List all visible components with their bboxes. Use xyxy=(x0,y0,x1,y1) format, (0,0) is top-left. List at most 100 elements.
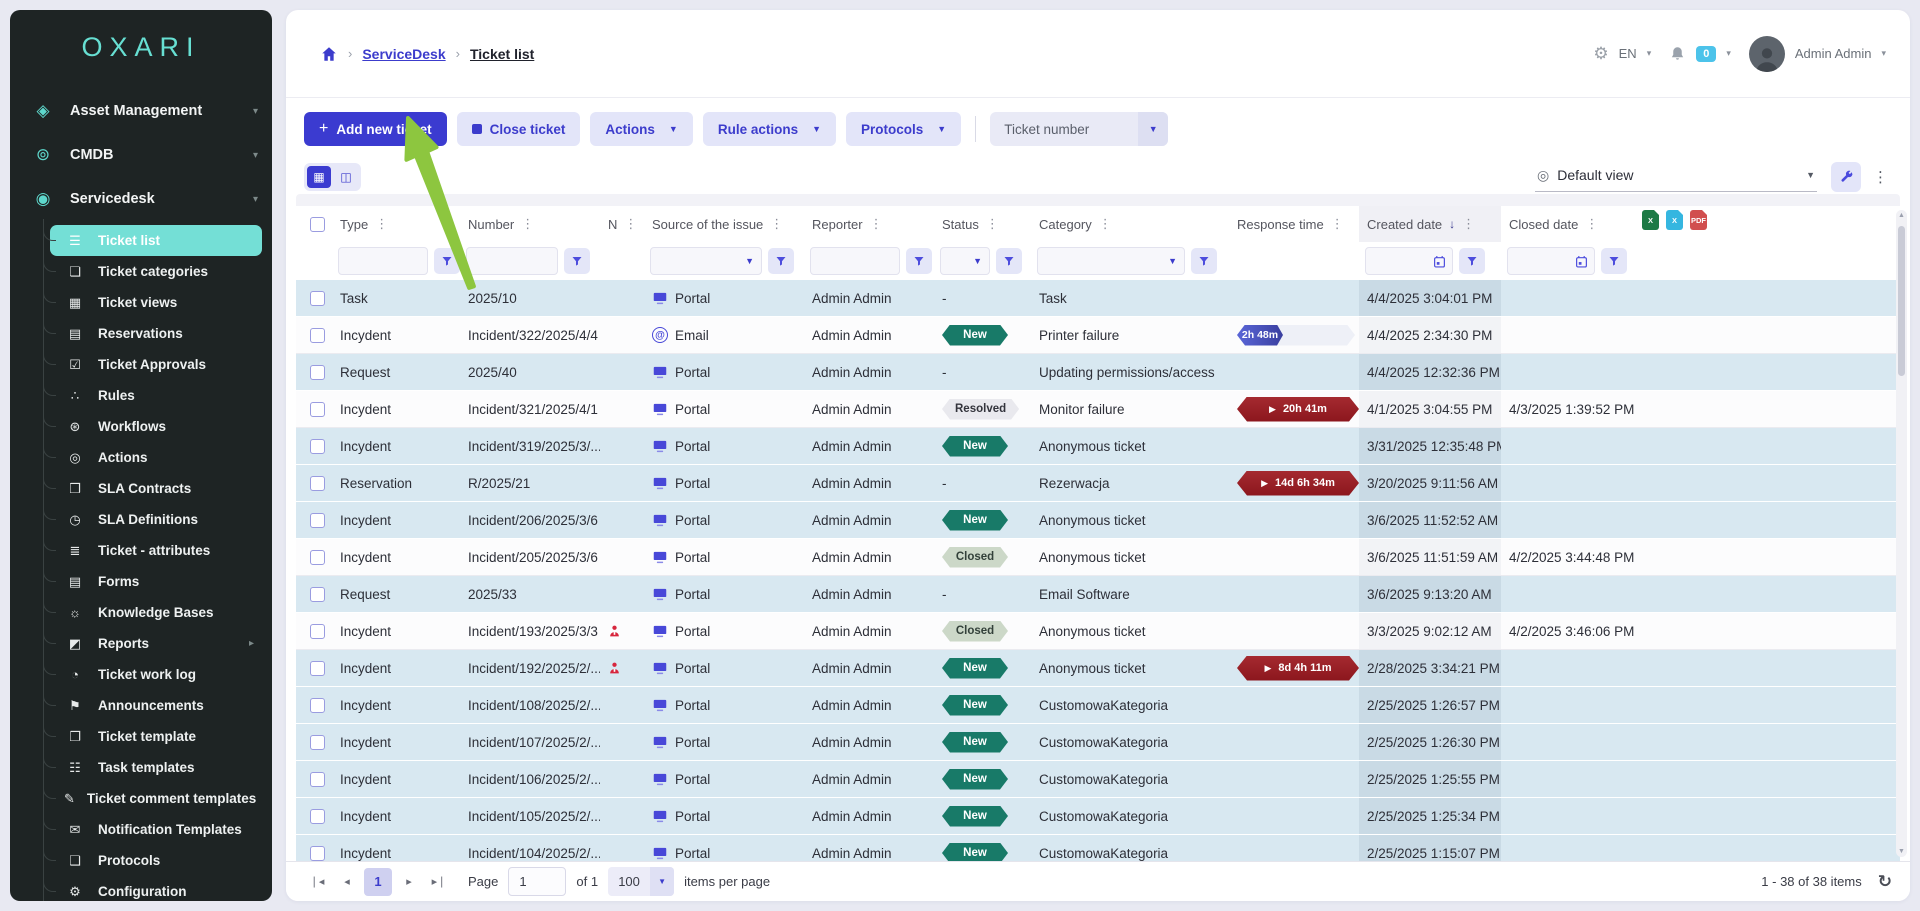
table-row[interactable]: Incydent Incident/192/2025/2/... @ Porta… xyxy=(296,650,1900,687)
row-checkbox[interactable] xyxy=(310,846,325,861)
sidebar-item-task-templates[interactable]: ☷ Task templates ▸ xyxy=(50,752,262,783)
table-row[interactable]: Incydent Incident/105/2025/2/... @ Porta… xyxy=(296,798,1900,835)
sidebar-item-rules[interactable]: ∴ Rules ▸ xyxy=(50,380,262,411)
column-menu-icon[interactable]: ⋮ xyxy=(870,216,883,232)
sidebar-item-reservations[interactable]: ▤ Reservations ▸ xyxy=(50,318,262,349)
sidebar-item-forms[interactable]: ▤ Forms ▸ xyxy=(50,566,262,597)
column-menu-icon[interactable]: ⋮ xyxy=(986,216,999,232)
created-date-filter-input[interactable] xyxy=(1365,247,1453,275)
table-row[interactable]: Incydent Incident/322/2025/4/4 @ Email A… xyxy=(296,317,1900,354)
status-filter-button[interactable] xyxy=(996,248,1022,274)
category-filter-button[interactable] xyxy=(1191,248,1217,274)
refresh-icon[interactable]: ↻ xyxy=(1878,872,1892,892)
closed-date-filter-button[interactable] xyxy=(1601,248,1627,274)
table-menu-kebab[interactable]: ⋮ xyxy=(1873,168,1888,186)
number-filter-button[interactable] xyxy=(564,248,590,274)
first-page-button[interactable]: ❘◂ xyxy=(304,869,330,895)
column-header-response-time[interactable]: Response time⋮ xyxy=(1229,206,1359,242)
source-filter-button[interactable] xyxy=(768,248,794,274)
column-menu-icon[interactable]: ⋮ xyxy=(1462,216,1475,232)
next-page-button[interactable]: ▸ xyxy=(396,869,422,895)
sidebar-item-ticket-categories[interactable]: ❏ Ticket categories ▸ xyxy=(50,256,262,287)
table-row[interactable]: Incydent Incident/104/2025/2/... @ Porta… xyxy=(296,835,1900,861)
calendar-icon[interactable] xyxy=(1429,250,1449,272)
row-checkbox[interactable] xyxy=(310,698,325,713)
actions-dropdown-button[interactable]: Actions ▼ xyxy=(590,112,692,146)
table-row[interactable]: Reservation R/2025/21 @ Portal Admin Adm… xyxy=(296,465,1900,502)
sidebar-item-sla-definitions[interactable]: ◷ SLA Definitions ▸ xyxy=(50,504,262,535)
last-page-button[interactable]: ▸❘ xyxy=(426,869,452,895)
column-header-created-date[interactable]: Created date↓⋮ xyxy=(1359,206,1501,242)
row-checkbox[interactable] xyxy=(310,809,325,824)
column-view-toggle[interactable]: ◫ xyxy=(334,166,358,188)
table-row[interactable]: Request 2025/33 @ Portal Admin Admin - E… xyxy=(296,576,1900,613)
user-name[interactable]: Admin Admin xyxy=(1795,46,1872,61)
table-row[interactable]: Incydent Incident/206/2025/3/6 @ Portal … xyxy=(296,502,1900,539)
type-filter-input[interactable] xyxy=(338,247,428,275)
scrollbar-thumb[interactable] xyxy=(1898,226,1905,376)
sort-descending-icon[interactable]: ↓ xyxy=(1449,217,1455,231)
rule-actions-dropdown-button[interactable]: Rule actions ▼ xyxy=(703,112,836,146)
export-pdf-icon[interactable]: PDF xyxy=(1690,210,1707,230)
column-menu-icon[interactable]: ⋮ xyxy=(770,216,783,232)
row-checkbox[interactable] xyxy=(310,291,325,306)
number-filter-input[interactable] xyxy=(466,247,558,275)
column-header-closed-date[interactable]: Closed date⋮ xyxy=(1501,206,1661,242)
created-date-filter-button[interactable] xyxy=(1459,248,1485,274)
column-header-type[interactable]: Type⋮ xyxy=(332,206,460,242)
current-page-button[interactable]: 1 xyxy=(364,868,392,896)
sidebar-item-ticket-attributes[interactable]: ≣ Ticket - attributes ▸ xyxy=(50,535,262,566)
breadcrumb-ticket-list-link[interactable]: Ticket list xyxy=(470,46,534,62)
type-filter-button[interactable] xyxy=(434,248,460,274)
sidebar-item-cmdb[interactable]: ⊚ CMDB ▾ xyxy=(10,133,272,177)
sidebar-item-ticket-approvals[interactable]: ☑ Ticket Approvals ▸ xyxy=(50,349,262,380)
row-checkbox[interactable] xyxy=(310,439,325,454)
row-checkbox[interactable] xyxy=(310,587,325,602)
row-checkbox[interactable] xyxy=(310,735,325,750)
select-all-checkbox[interactable] xyxy=(310,217,325,232)
column-menu-icon[interactable]: ⋮ xyxy=(1585,216,1598,232)
closed-date-filter-input[interactable] xyxy=(1507,247,1595,275)
sidebar-item-ticket-list[interactable]: ☰ Ticket list ▸ xyxy=(50,225,262,256)
language-selector[interactable]: EN xyxy=(1619,46,1637,61)
sidebar-item-ticket-work-log[interactable]: ◔ Ticket work log ▸ xyxy=(50,659,262,690)
breadcrumb-servicedesk-link[interactable]: ServiceDesk xyxy=(362,46,445,62)
notifications-bell-icon[interactable] xyxy=(1669,45,1686,63)
table-row[interactable]: Request 2025/40 @ Portal Admin Admin - U… xyxy=(296,354,1900,391)
sidebar-item-actions[interactable]: ◎ Actions ▸ xyxy=(50,442,262,473)
table-row[interactable]: Incydent Incident/106/2025/2/... @ Porta… xyxy=(296,761,1900,798)
table-row[interactable]: Incydent Incident/108/2025/2/... @ Porta… xyxy=(296,687,1900,724)
row-checkbox[interactable] xyxy=(310,772,325,787)
column-menu-icon[interactable]: ⋮ xyxy=(521,216,534,232)
table-row[interactable]: Incydent Incident/321/2025/4/1 @ Portal … xyxy=(296,391,1900,428)
row-checkbox[interactable] xyxy=(310,365,325,380)
table-row[interactable]: Incydent Incident/193/2025/3/3 @ Portal … xyxy=(296,613,1900,650)
sidebar-item-workflows[interactable]: ⊛ Workflows ▸ xyxy=(50,411,262,442)
column-header-source[interactable]: Source of the issue⋮ xyxy=(644,206,804,242)
status-filter-select[interactable]: ▼ xyxy=(940,247,990,275)
sidebar-item-ticket-template[interactable]: ❐ Ticket template ▸ xyxy=(50,721,262,752)
category-filter-select[interactable]: ▼ xyxy=(1037,247,1185,275)
export-excel-icon[interactable]: X xyxy=(1642,210,1659,230)
sidebar-item-reports[interactable]: ◩ Reports ▸ xyxy=(50,628,262,659)
table-row[interactable]: Incydent Incident/107/2025/2/... @ Porta… xyxy=(296,724,1900,761)
table-row[interactable]: Task 2025/10 @ Portal Admin Admin - Task… xyxy=(296,280,1900,317)
avatar[interactable] xyxy=(1749,36,1785,72)
reporter-filter-input[interactable] xyxy=(810,247,900,275)
scroll-up-arrow-icon[interactable]: ▲ xyxy=(1896,212,1907,219)
column-menu-icon[interactable]: ⋮ xyxy=(624,216,637,232)
close-ticket-button[interactable]: Close ticket xyxy=(457,112,581,146)
chevron-down-icon[interactable]: ▾ xyxy=(1726,48,1731,59)
sidebar-item-knowledge-bases[interactable]: ☼ Knowledge Bases ▸ xyxy=(50,597,262,628)
page-number-input[interactable]: 1 xyxy=(508,867,566,896)
export-xlsx-icon[interactable]: X xyxy=(1666,210,1683,230)
vertical-scrollbar[interactable]: ▲ ▼ xyxy=(1896,210,1907,857)
sidebar-item-servicedesk[interactable]: ◉ Servicedesk ▾ xyxy=(10,177,272,221)
column-header-flag[interactable]: N⋮ xyxy=(600,206,644,242)
column-menu-icon[interactable]: ⋮ xyxy=(1331,216,1344,232)
previous-page-button[interactable]: ◂ xyxy=(334,869,360,895)
sidebar-item-notification-templates[interactable]: ✉ Notification Templates ▸ xyxy=(50,814,262,845)
sidebar-item-protocols[interactable]: ❑ Protocols ▸ xyxy=(50,845,262,876)
chevron-down-icon[interactable]: ▾ xyxy=(1881,48,1886,59)
column-menu-icon[interactable]: ⋮ xyxy=(375,216,388,232)
